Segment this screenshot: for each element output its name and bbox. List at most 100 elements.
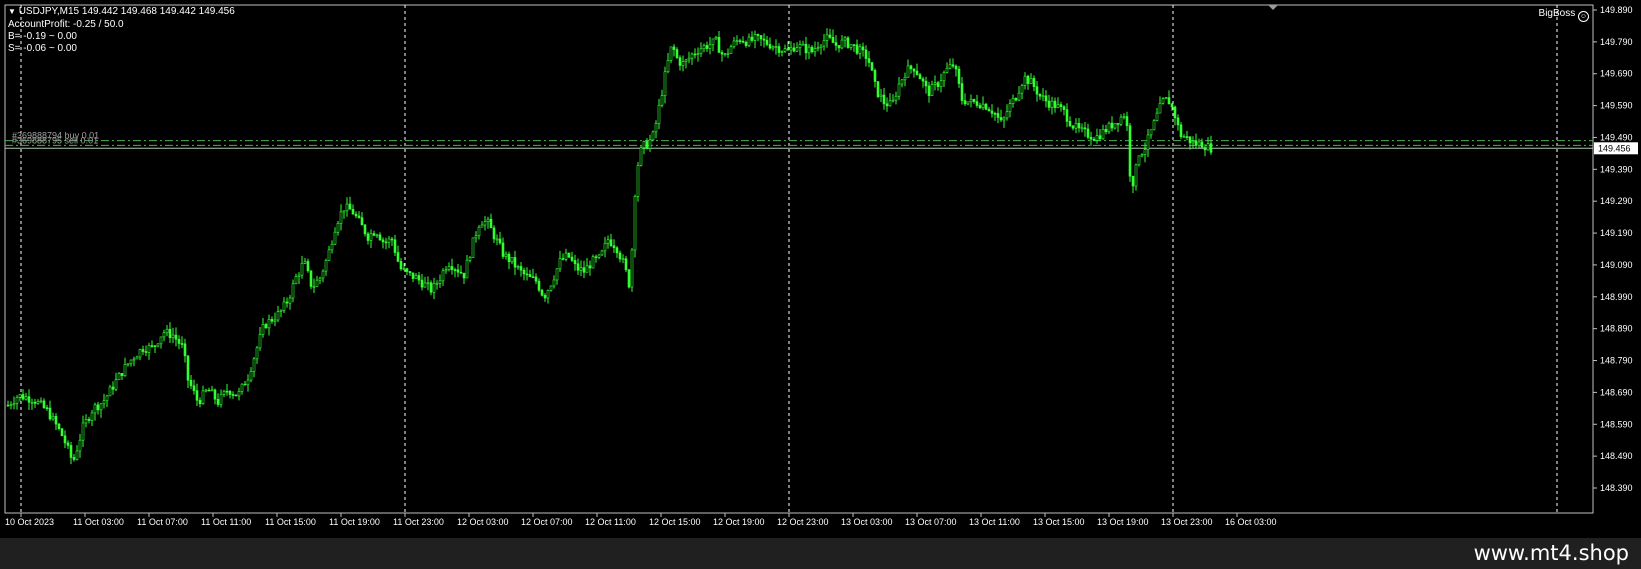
candle-body <box>363 224 367 235</box>
y-tick-label: 149.190 <box>1600 228 1633 238</box>
candle-body <box>849 44 853 48</box>
candle-body <box>330 243 334 251</box>
candle-body <box>1098 135 1102 140</box>
chart-area[interactable]: 10 Oct 2023 11 Oct 03:00 11 Oct 07:00 11 Oc… <box>0 0 1641 538</box>
candle-body <box>1179 124 1183 137</box>
candle-body <box>264 324 268 329</box>
candle-body <box>576 263 580 271</box>
candle-body <box>582 267 586 273</box>
candle-body <box>1032 78 1036 87</box>
candle-body <box>801 43 805 46</box>
candle-body <box>636 165 640 197</box>
candle-body <box>927 85 931 96</box>
candle-body <box>558 258 562 270</box>
candle-body <box>777 46 781 53</box>
candle-body <box>822 40 826 47</box>
candle-body <box>261 324 265 335</box>
candle-body <box>534 276 538 282</box>
candle-body <box>609 239 613 246</box>
candle-body <box>1068 121 1072 127</box>
candle-body <box>897 83 901 97</box>
candle-body <box>321 270 325 279</box>
x-tick-label: 10 Oct 2023 <box>5 517 54 527</box>
candle-body <box>588 265 592 269</box>
x-tick-label: 13 Oct 03:00 <box>841 517 893 527</box>
candle-body <box>39 400 43 403</box>
candle-body <box>1074 122 1078 129</box>
candle-body <box>720 52 724 55</box>
candle-body <box>348 203 352 210</box>
candle-body <box>336 223 340 233</box>
candlestick-chart[interactable]: 10 Oct 2023 11 Oct 03:00 11 Oct 07:00 11 Oc… <box>0 0 1641 538</box>
candle-body <box>183 343 187 357</box>
candle-body <box>360 217 364 226</box>
candle-body <box>645 141 649 149</box>
candle-body <box>774 46 778 48</box>
candle-body <box>768 44 772 49</box>
candle-body <box>1008 103 1012 113</box>
candle-body <box>441 270 445 282</box>
x-tick-label: 11 Oct 23:00 <box>393 517 444 527</box>
x-tick-label: 12 Oct 03:00 <box>457 517 509 527</box>
candle-body <box>63 435 67 444</box>
candle-body <box>531 276 535 278</box>
candle-body <box>1188 136 1192 144</box>
candle-body <box>132 358 136 361</box>
candle-body <box>1197 141 1201 146</box>
x-tick-label: 12 Oct 07:00 <box>521 517 573 527</box>
candle-body <box>420 279 424 288</box>
candle-body <box>543 294 547 299</box>
candle-body <box>147 345 151 353</box>
candle-body <box>729 46 733 54</box>
candle-body <box>402 268 406 270</box>
candle-body <box>342 210 346 213</box>
candle-body <box>585 265 589 273</box>
candle-body <box>1041 95 1045 98</box>
candle-body <box>1191 140 1195 144</box>
candle-body <box>72 457 76 460</box>
candle-body <box>780 51 784 53</box>
candle-body <box>516 266 520 268</box>
candle-body <box>756 34 760 36</box>
candle-body <box>366 233 370 241</box>
candle-body <box>237 391 241 397</box>
footer-bar: www.mt4.shop <box>0 538 1641 569</box>
candle-body <box>1038 93 1042 97</box>
candle-body <box>570 256 574 261</box>
candle-body <box>522 269 526 275</box>
candle-body <box>1035 86 1039 95</box>
candle-body <box>393 239 397 253</box>
candle-body <box>87 419 91 421</box>
candle-body <box>618 252 622 260</box>
candle-body <box>750 36 754 41</box>
candle-body <box>201 390 205 404</box>
candle-body <box>426 282 430 285</box>
candle-body <box>246 379 250 386</box>
candle-body <box>1047 100 1051 108</box>
candle-body <box>126 363 130 366</box>
candle-body <box>30 401 34 404</box>
candle-body <box>306 261 310 272</box>
candle-body <box>630 249 634 288</box>
candle-body <box>195 390 199 401</box>
candle-body <box>798 44 802 49</box>
candle-body <box>1017 92 1021 101</box>
candle-body <box>354 213 358 217</box>
candle-body <box>1014 97 1018 101</box>
candle-body <box>624 258 628 271</box>
x-tick-label: 11 Oct 19:00 <box>329 517 380 527</box>
candle-body <box>141 349 145 352</box>
candle-body <box>567 252 571 258</box>
triangle-down-icon[interactable]: ▼ <box>8 7 16 16</box>
candle-body <box>1155 112 1159 121</box>
candle-body <box>642 141 646 149</box>
candle-body <box>789 47 793 51</box>
brand-text: BigBoss <box>1538 8 1576 19</box>
candle-body <box>318 277 322 281</box>
y-tick-label: 148.490 <box>1600 451 1633 461</box>
x-tick-label: 12 Oct 19:00 <box>713 517 765 527</box>
candle-body <box>483 221 487 226</box>
x-tick-label: 13 Oct 07:00 <box>905 517 957 527</box>
candle-body <box>480 224 484 228</box>
x-tick-label: 13 Oct 15:00 <box>1033 517 1085 527</box>
